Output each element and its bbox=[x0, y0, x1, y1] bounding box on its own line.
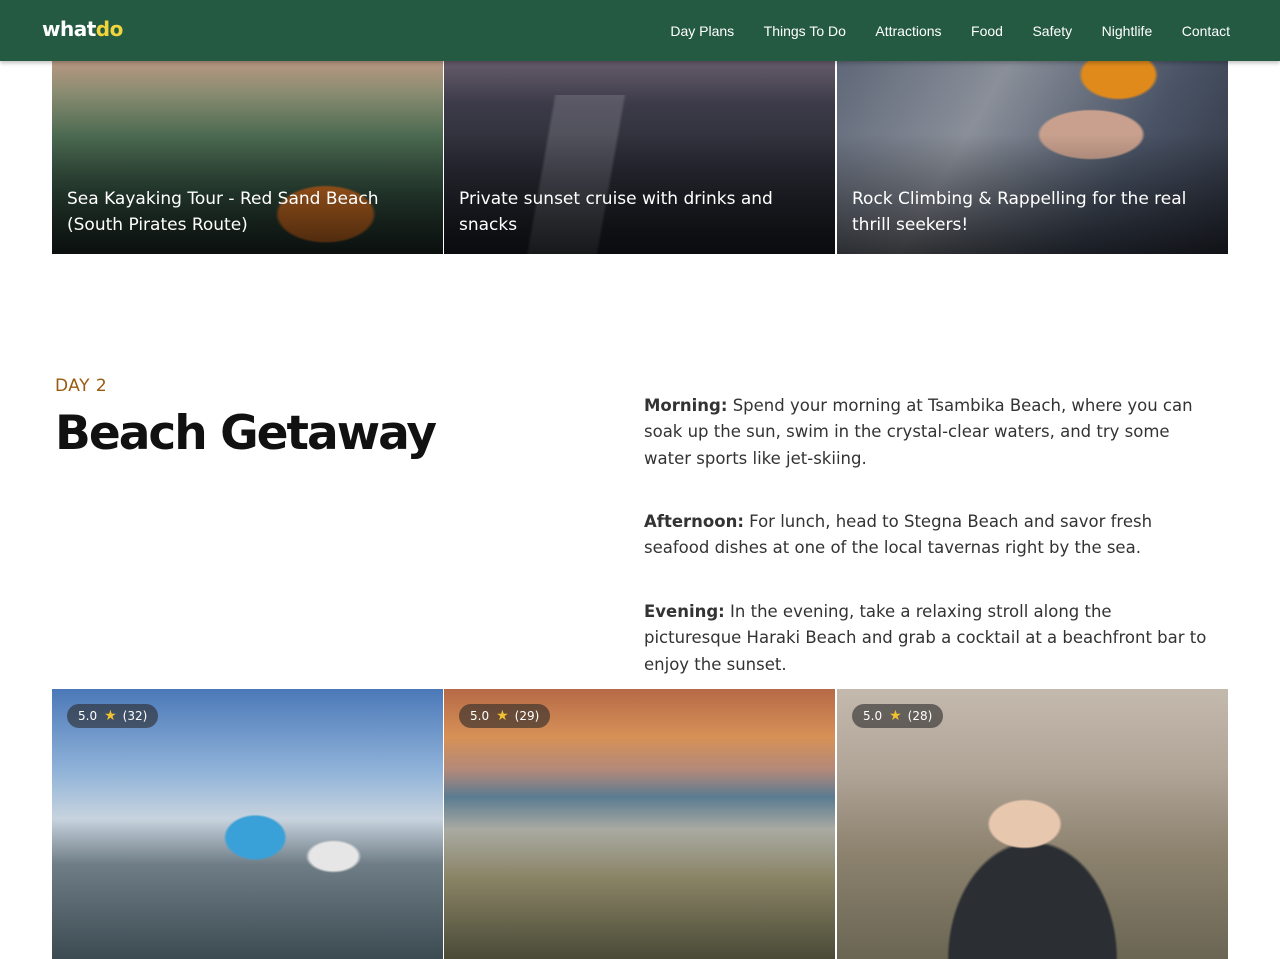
activity-card-title: Rock Climbing & Rappelling for the real … bbox=[852, 189, 1187, 235]
nav-nightlife[interactable]: Nightlife bbox=[1102, 23, 1153, 39]
evening-label: Evening: bbox=[644, 602, 725, 621]
activity-card-kayaking[interactable]: Sea Kayaking Tour - Red Sand Beach (Sout… bbox=[52, 55, 443, 254]
rating-count: (32) bbox=[122, 709, 148, 723]
rating-badge: 5.0 ★ (32) bbox=[67, 704, 159, 728]
logo-text-do: do bbox=[95, 17, 124, 41]
activity-card-sunset-cruise[interactable]: Private sunset cruise with drinks and sn… bbox=[444, 55, 835, 254]
evening-paragraph: Evening: In the evening, take a relaxing… bbox=[644, 599, 1214, 678]
activity-card-title: Private sunset cruise with drinks and sn… bbox=[459, 189, 773, 235]
evening-text: In the evening, take a relaxing stroll a… bbox=[644, 602, 1207, 674]
main-nav: Day Plans Things To Do Attractions Food … bbox=[641, 0, 1230, 61]
morning-paragraph: Morning: Spend your morning at Tsambika … bbox=[644, 393, 1214, 472]
star-icon: ★ bbox=[104, 708, 117, 724]
nav-contact[interactable]: Contact bbox=[1182, 23, 1230, 39]
morning-text: Spend your morning at Tsambika Beach, wh… bbox=[644, 396, 1193, 468]
activity-card-title: Sea Kayaking Tour - Red Sand Beach (Sout… bbox=[67, 189, 379, 235]
rating-value: 5.0 bbox=[863, 709, 883, 723]
nav-food[interactable]: Food bbox=[971, 23, 1003, 39]
rating-value: 5.0 bbox=[78, 709, 98, 723]
nav-things-to-do[interactable]: Things To Do bbox=[764, 23, 846, 39]
rating-value: 5.0 bbox=[470, 709, 490, 723]
nav-attractions[interactable]: Attractions bbox=[875, 23, 941, 39]
activity-card-convertible-tour[interactable]: 5.0 ★ (28) bbox=[837, 689, 1228, 959]
afternoon-label: Afternoon: bbox=[644, 512, 744, 531]
rating-count: (28) bbox=[907, 709, 933, 723]
site-header: whatdo Day Plans Things To Do Attraction… bbox=[0, 0, 1280, 61]
morning-label: Morning: bbox=[644, 396, 728, 415]
nav-day-plans[interactable]: Day Plans bbox=[670, 23, 734, 39]
activity-card-coastal-hike[interactable]: 5.0 ★ (29) bbox=[444, 689, 835, 959]
star-icon: ★ bbox=[496, 708, 509, 724]
activity-card-rock-climbing[interactable]: Rock Climbing & Rappelling for the real … bbox=[837, 55, 1228, 254]
site-logo[interactable]: whatdo bbox=[42, 17, 123, 41]
logo-text-what: what bbox=[42, 17, 96, 41]
rating-badge: 5.0 ★ (28) bbox=[852, 704, 944, 728]
rating-badge: 5.0 ★ (29) bbox=[459, 704, 551, 728]
nav-safety[interactable]: Safety bbox=[1032, 23, 1072, 39]
day-label: DAY 2 bbox=[55, 376, 108, 396]
day-title: Beach Getaway bbox=[55, 406, 437, 461]
afternoon-paragraph: Afternoon: For lunch, head to Stegna Bea… bbox=[644, 509, 1214, 562]
rating-count: (29) bbox=[514, 709, 540, 723]
star-icon: ★ bbox=[889, 708, 902, 724]
activity-card-hiking[interactable]: 5.0 ★ (32) bbox=[52, 689, 443, 959]
